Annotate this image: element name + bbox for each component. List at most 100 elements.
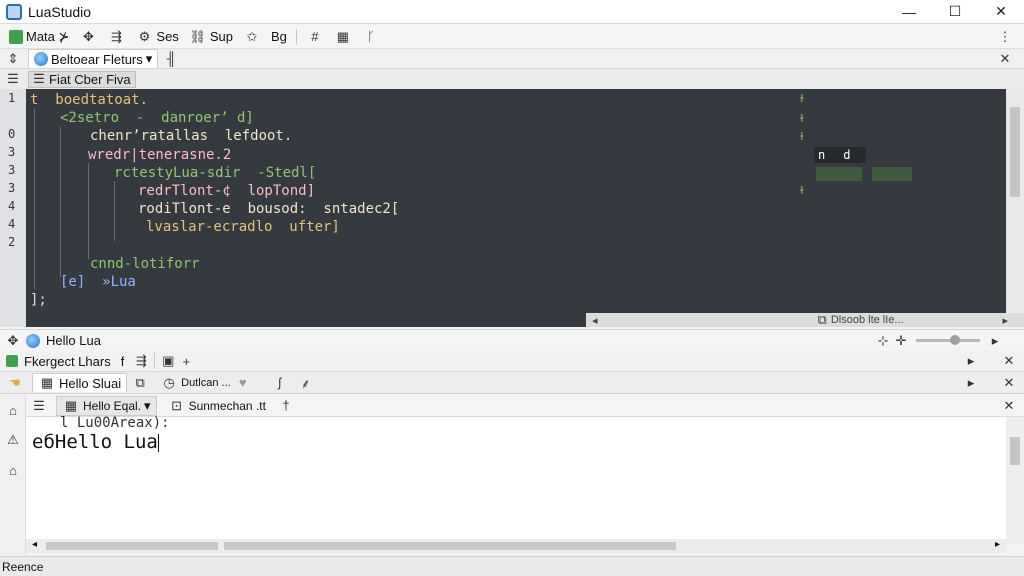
output-source-dropdown[interactable]: ▦ Hello Eqal. ▾ bbox=[56, 395, 157, 416]
run-icon[interactable] bbox=[6, 355, 18, 367]
house-icon[interactable]: ⌂ bbox=[4, 461, 22, 479]
minimize-button[interactable]: — bbox=[886, 0, 932, 24]
dagger-icon[interactable]: † bbox=[277, 397, 295, 415]
line-number: 0 bbox=[8, 127, 16, 141]
line-number: 3 bbox=[8, 163, 16, 177]
marker-icon[interactable]: ʃ bbox=[271, 374, 289, 392]
grid-button[interactable]: # bbox=[301, 27, 329, 47]
zoom-slider[interactable] bbox=[916, 335, 980, 345]
line-number bbox=[0, 251, 26, 269]
chevron-left-icon[interactable]: ◂ bbox=[592, 314, 598, 327]
chevron-down-icon: ▾ bbox=[145, 51, 153, 66]
home-icon[interactable]: ⌂ bbox=[4, 401, 22, 419]
chevron-left-icon[interactable]: ◂ bbox=[32, 539, 37, 550]
line-number: 4 bbox=[8, 199, 16, 213]
code-line[interactable]: redrTlont-¢ lopTond] bbox=[138, 182, 315, 200]
output-option-button[interactable]: ⊡ Sunmechan .tt bbox=[163, 396, 271, 416]
code-line[interactable]: <2setro - danroerʼ d] bbox=[60, 109, 254, 127]
maximize-button[interactable]: ☐ bbox=[932, 0, 978, 24]
output-subtoolbar: ☰ ▦ Hello Eqal. ▾ ⊡ Sunmechan .tt † ✕ bbox=[0, 395, 1024, 417]
step-button[interactable]: ✥ bbox=[74, 27, 102, 47]
lines-icon: ☰ bbox=[33, 71, 45, 86]
line-number: 4 bbox=[8, 217, 16, 231]
code-area[interactable]: t boedtatoat. <2setro - danroerʼ d] chenrʼ… bbox=[30, 91, 800, 311]
find-box[interactable]: n d bbox=[814, 147, 866, 163]
debug-button[interactable]: ⇶ bbox=[102, 27, 130, 47]
table-icon: ▦ bbox=[64, 397, 78, 413]
pin-icon[interactable]: ✥ bbox=[4, 332, 22, 350]
globe-icon bbox=[34, 52, 48, 66]
scrollbar-thumb[interactable] bbox=[1010, 107, 1020, 197]
debug-icon: ⇶ bbox=[110, 28, 122, 44]
indent-guide bbox=[114, 181, 115, 241]
scrollbar-thumb[interactable] bbox=[1010, 437, 1020, 465]
scrollbar-thumb[interactable] bbox=[46, 542, 218, 550]
play-icon[interactable]: ▸ bbox=[986, 332, 1004, 350]
pin-icon[interactable]: ⊹ bbox=[874, 332, 892, 350]
ses-button[interactable]: ⚙ Ses bbox=[130, 27, 183, 47]
code-line[interactable]: ]; bbox=[30, 291, 47, 309]
console-vertical-scrollbar[interactable] bbox=[1006, 417, 1024, 545]
fold-marker-icon: ɫ bbox=[800, 93, 804, 105]
add-icon[interactable]: + bbox=[177, 352, 195, 370]
sup-button[interactable]: ⛓ Sup bbox=[184, 27, 238, 47]
file-tab[interactable]: ☰ Fiat Cber Fiva bbox=[28, 70, 136, 88]
collapse-icon[interactable]: ⇕ bbox=[4, 50, 22, 68]
copy-icon[interactable]: ⧉ bbox=[131, 374, 149, 392]
window-icon[interactable]: ▣ bbox=[159, 352, 177, 370]
hash-icon: # bbox=[311, 29, 319, 44]
minimap-highlight bbox=[816, 167, 862, 181]
indent-guide bbox=[34, 109, 35, 289]
code-line[interactable]: wredr|tenerasne.2 bbox=[88, 146, 231, 164]
code-line[interactable]: [e] »Lua bbox=[60, 273, 136, 291]
menu-icon[interactable]: ☰ bbox=[30, 397, 48, 415]
more-icon[interactable]: ⋮ bbox=[996, 28, 1014, 46]
hand-icon[interactable]: ☚ bbox=[6, 374, 24, 392]
code-line[interactable]: t boedtatoat. bbox=[30, 91, 148, 109]
line-number bbox=[0, 107, 26, 125]
console-output[interactable]: l Lu00Areax): eбHello Lua bbox=[26, 415, 1006, 539]
tab-dutlcan[interactable]: ◷ Dutlcan ... ♥ bbox=[155, 373, 257, 393]
chevron-right-icon[interactable]: ▸ bbox=[995, 539, 1000, 550]
close-icon[interactable]: ✕ bbox=[1000, 397, 1018, 415]
tab-close-icon[interactable]: ✕ bbox=[996, 50, 1014, 68]
tab-hello-sluai[interactable]: ▦ Hello Sluai bbox=[32, 373, 128, 392]
alert-icon[interactable]: ⚠ bbox=[4, 431, 22, 449]
close-button[interactable]: ✕ bbox=[978, 0, 1024, 24]
bg-button[interactable]: Bg bbox=[266, 27, 292, 47]
star-button[interactable]: ✩ bbox=[238, 27, 266, 47]
code-line[interactable]: lvaslar-ecradlo ufter] bbox=[146, 218, 340, 236]
move-icon[interactable]: ✛ bbox=[892, 332, 910, 350]
close-icon[interactable]: ✕ bbox=[1000, 352, 1018, 370]
menu-icon[interactable]: ☰ bbox=[4, 70, 22, 88]
code-line[interactable]: cnnd-lotiforr bbox=[90, 255, 200, 273]
flag-button[interactable]: ᚴ bbox=[357, 27, 385, 47]
console-input-line[interactable]: eбHello Lua bbox=[32, 431, 159, 453]
next-icon[interactable]: ▸ bbox=[962, 374, 980, 392]
code-line[interactable]: rodiTlont-e bousod: sntadec2[ bbox=[138, 200, 399, 218]
tab-beltoear-fleturs[interactable]: Beltoear Fleturs ▾ bbox=[28, 49, 159, 68]
chevron-right-icon[interactable]: ▸ bbox=[1002, 314, 1008, 327]
split-view-icon[interactable]: ╢ bbox=[162, 50, 180, 68]
editor-vertical-scrollbar[interactable] bbox=[1006, 89, 1024, 317]
close-icon[interactable]: ✕ bbox=[1000, 374, 1018, 392]
fold-marker-icon: ɫ bbox=[800, 185, 804, 197]
console-horizontal-scrollbar[interactable]: ◂ ▸ bbox=[26, 539, 1006, 553]
window-title: LuaStudio bbox=[28, 3, 92, 20]
find-box-right: d bbox=[843, 148, 851, 162]
minimap[interactable]: ɫ ɫ ɫ ɫ n d bbox=[800, 89, 1006, 317]
indent-guide bbox=[60, 127, 61, 277]
code-line[interactable]: chenrʼratallas lefdoot. bbox=[90, 127, 292, 145]
panel-label: Fkergect Lhars bbox=[24, 353, 111, 369]
bookmark-icon[interactable]: ⸙ bbox=[297, 374, 315, 392]
run-menu-button[interactable]: Mata ⊁ bbox=[4, 27, 74, 47]
table-button[interactable]: ▦ bbox=[329, 27, 357, 47]
code-line[interactable]: rctestyLua-sdir -Stedl[ bbox=[114, 164, 316, 182]
filter-icon[interactable]: ⇶ bbox=[132, 352, 150, 370]
next-icon[interactable]: ▸ bbox=[962, 352, 980, 370]
line-number: 1 bbox=[8, 91, 16, 105]
scrollbar-thumb[interactable] bbox=[224, 542, 676, 550]
heart-icon: ♥ bbox=[238, 375, 247, 390]
code-editor[interactable]: 1 0 3 3 3 4 4 2 t boedtatoat. <2setro - danroerʼ… bbox=[0, 89, 1024, 327]
console-text: eбHello Lua bbox=[32, 431, 158, 453]
